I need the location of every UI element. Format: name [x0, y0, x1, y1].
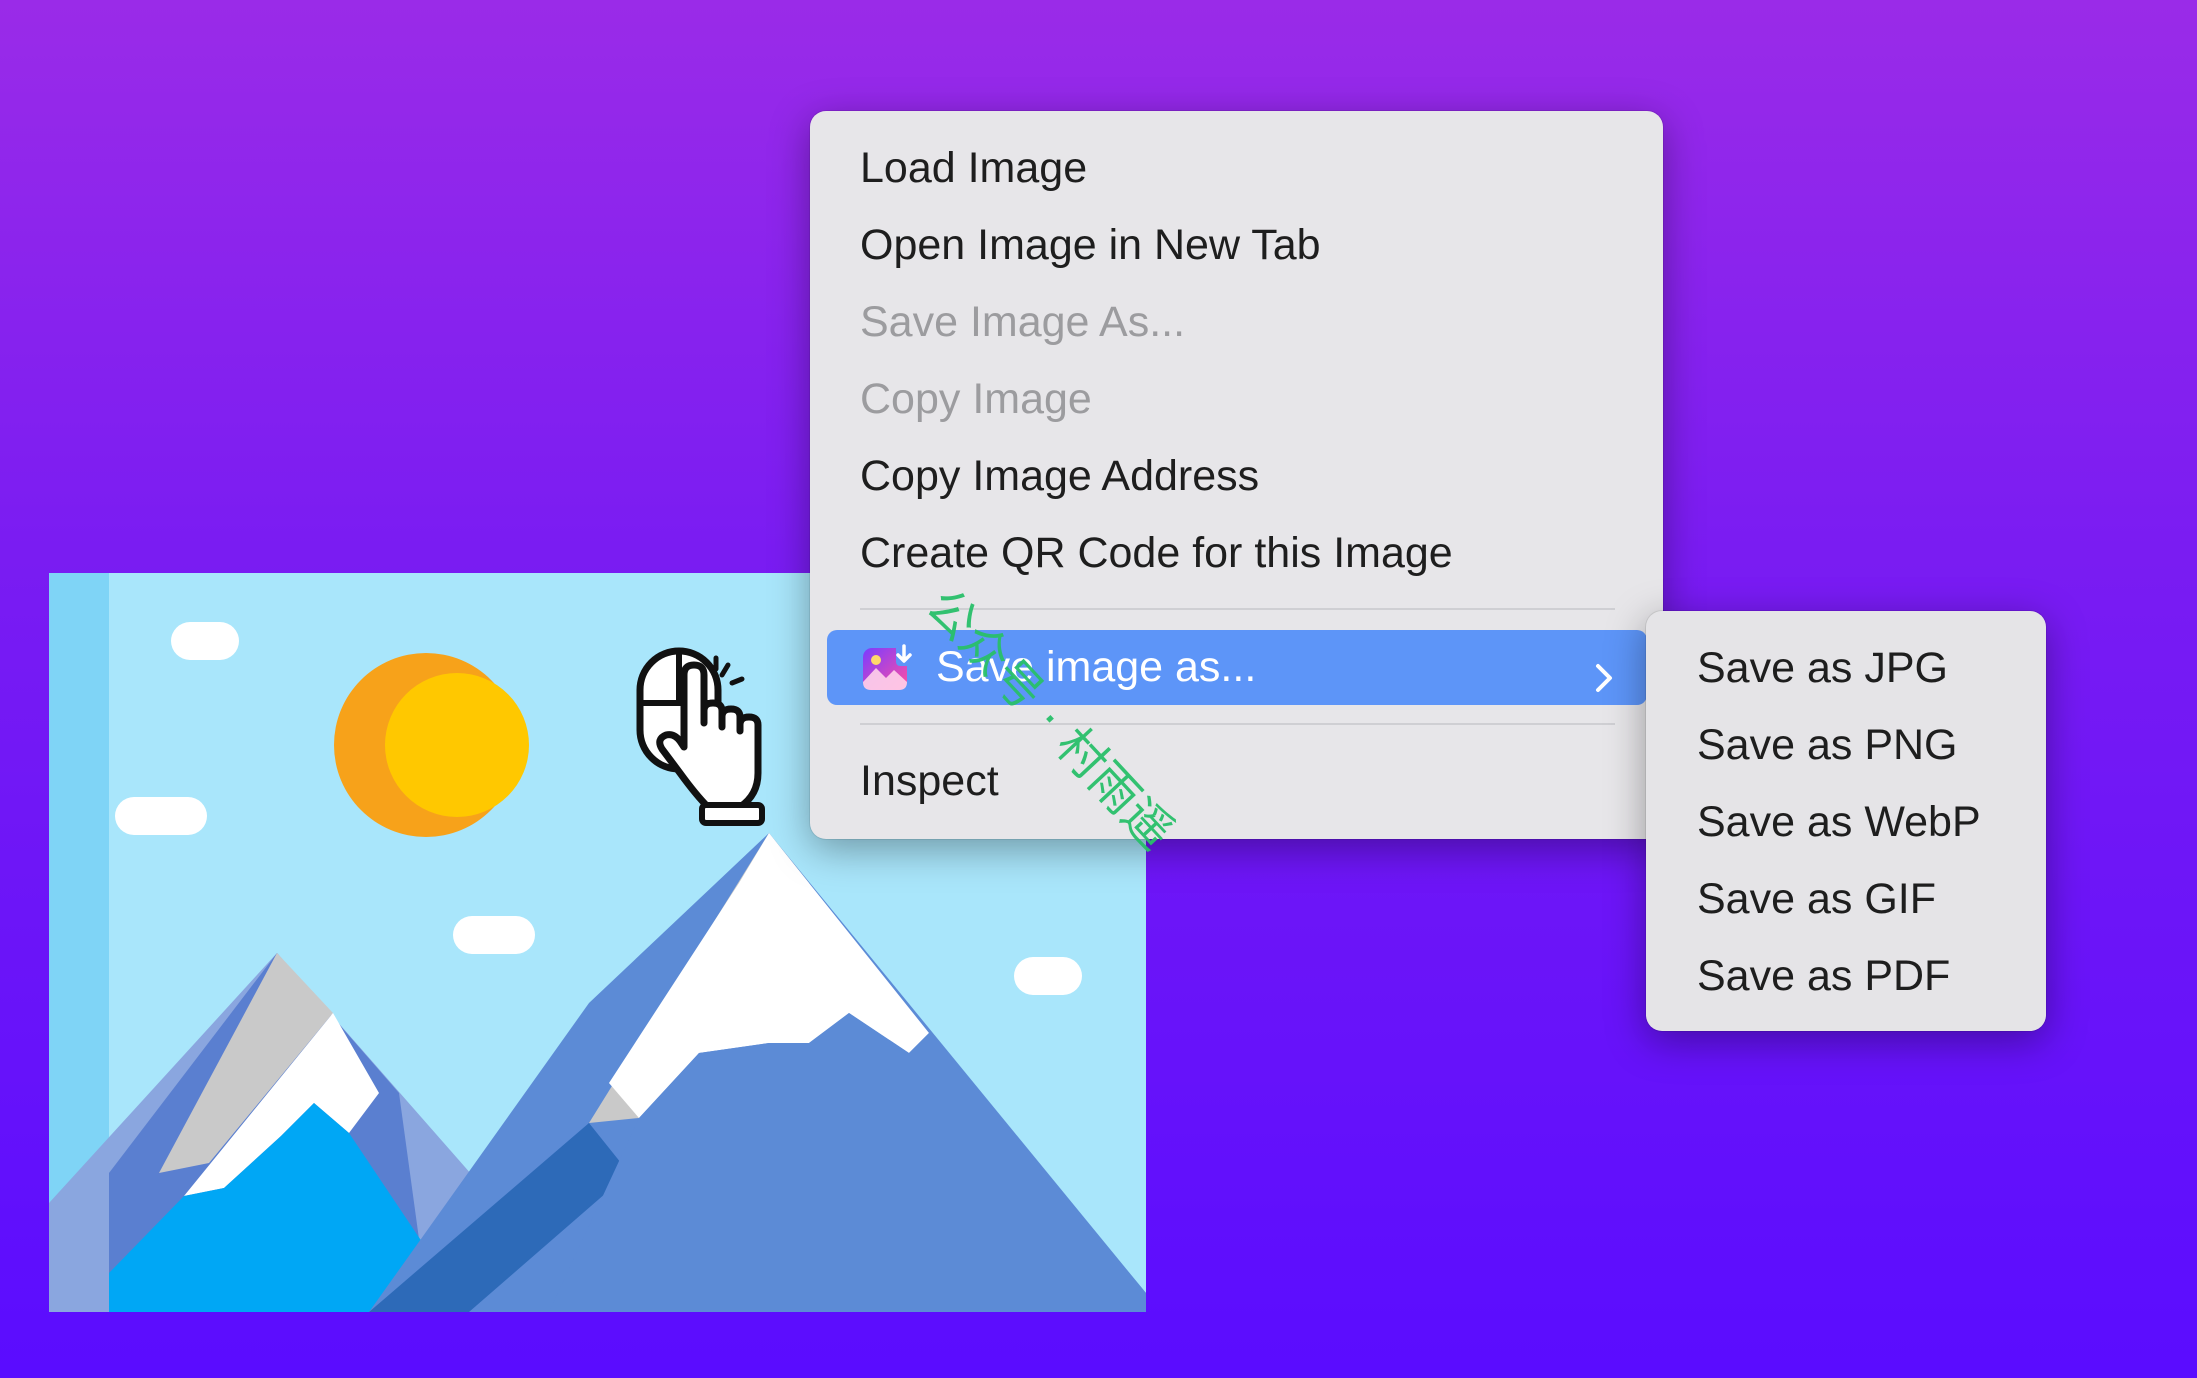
submenu-item-save-jpg[interactable]: Save as JPG [1646, 630, 2046, 707]
menu-item-save-image-as: Save Image As... [860, 298, 1186, 346]
chevron-right-icon [1593, 647, 1615, 692]
context-menu: Load Image Open Image in New Tab Save Im… [810, 111, 1663, 839]
menu-separator [860, 723, 1615, 725]
menu-item-load-image[interactable]: Load Image [810, 130, 1663, 207]
menu-item-inspect[interactable]: Inspect [810, 743, 1663, 820]
menu-item-open-image-new-tab[interactable]: Open Image in New Tab [810, 207, 1663, 284]
submenu-item-save-pdf[interactable]: Save as PDF [1646, 938, 2046, 1015]
submenu-item-save-png[interactable]: Save as PNG [1646, 707, 2046, 784]
menu-item-copy-image: Copy Image [860, 375, 1092, 423]
menu-item-create-qr-code[interactable]: Create QR Code for this Image [810, 515, 1663, 592]
menu-item-copy-image-address[interactable]: Copy Image Address [810, 438, 1663, 515]
image-download-icon [860, 642, 915, 694]
save-as-submenu: Save as JPG Save as PNG Save as WebP Sav… [1646, 611, 2046, 1031]
submenu-item-save-gif[interactable]: Save as GIF [1646, 861, 2046, 938]
submenu-item-save-webp[interactable]: Save as WebP [1646, 784, 2046, 861]
hand-pointer-icon [636, 645, 778, 827]
